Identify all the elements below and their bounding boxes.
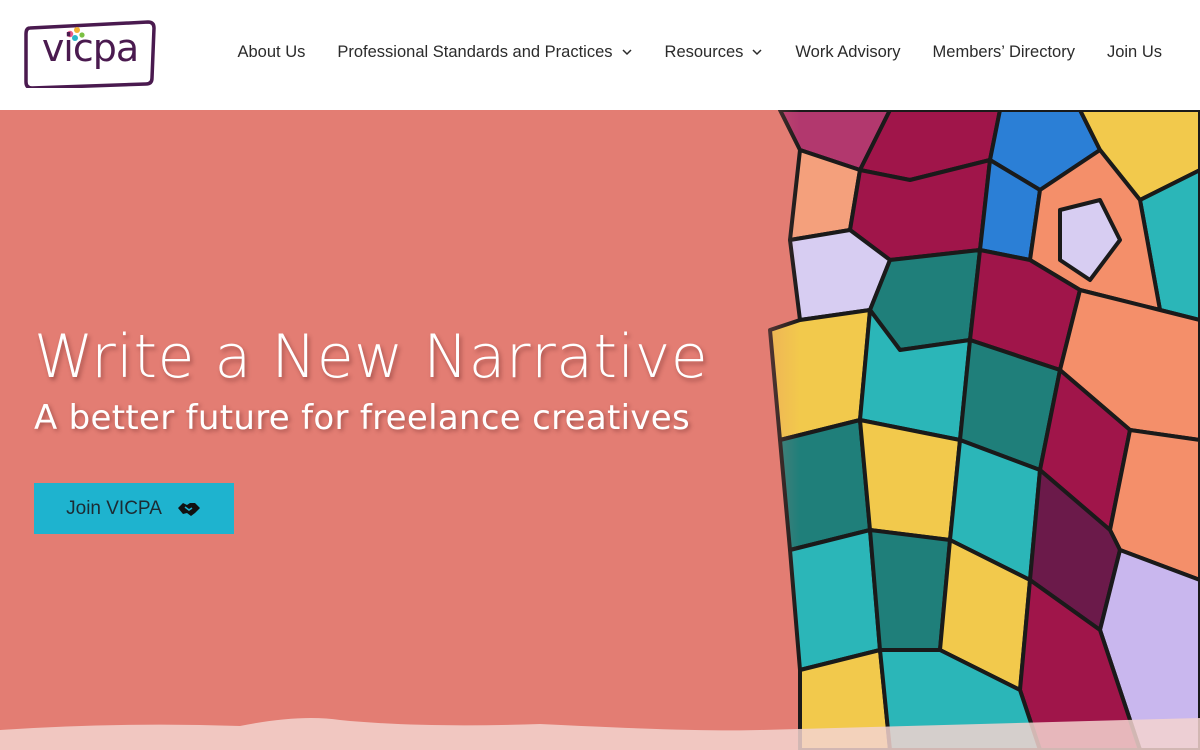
hero-banner: Write a New Narrative A better future fo… [0, 110, 1200, 750]
hero-subtitle: A better future for freelance creatives [34, 398, 691, 438]
chevron-down-icon [751, 46, 763, 58]
site-header: vicpa About Us Professional Standards an… [0, 0, 1200, 110]
join-vicpa-button[interactable]: Join VICPA [34, 483, 234, 534]
nav-item-label: Work Advisory [795, 42, 901, 61]
nav-item-professional-standards[interactable]: Professional Standards and Practices [337, 43, 632, 62]
nav-item-work-advisory[interactable]: Work Advisory [795, 43, 900, 62]
hero-title: Write a New Narrative [34, 322, 709, 392]
vicpa-logo[interactable]: vicpa [24, 20, 156, 88]
logo-text: vicpa [41, 26, 139, 70]
nav-item-members-directory[interactable]: Members’ Directory [933, 43, 1075, 62]
handshake-icon [176, 499, 202, 519]
nav-item-label: Join Us [1106, 42, 1162, 61]
nav-item-about-us[interactable]: About Us [238, 43, 306, 62]
nav-item-join-us[interactable]: Join Us [1107, 43, 1162, 62]
nav-item-label: Members’ Directory [932, 42, 1075, 61]
nav-item-label: About Us [237, 42, 306, 61]
hero-bottom-wave [0, 700, 1200, 750]
join-vicpa-label: Join VICPA [66, 497, 162, 519]
nav-item-resources[interactable]: Resources [665, 43, 764, 62]
nav-item-label: Professional Standards and Practices [337, 42, 613, 61]
hero-mural-image [740, 110, 1200, 750]
chevron-down-icon [621, 46, 633, 58]
main-nav: About Us Professional Standards and Prac… [238, 40, 1163, 64]
nav-item-label: Resources [664, 42, 744, 61]
